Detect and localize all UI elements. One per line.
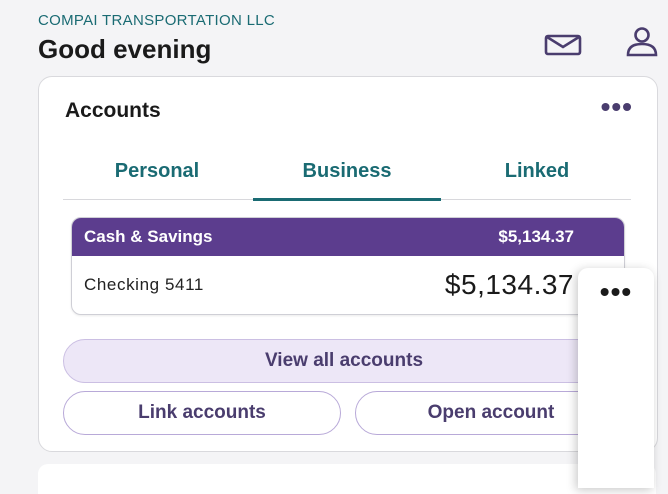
greeting: Good evening (38, 34, 212, 64)
account-balance: $5,134.37 (444, 269, 574, 300)
group-total: $5,134.37 (498, 227, 574, 246)
cash-savings-group: Cash & Savings $5,134.37 Checking 5411 $… (71, 217, 625, 315)
user-icon[interactable] (624, 26, 660, 58)
accounts-card: Accounts ••• Personal Business Linked Ca… (38, 76, 658, 452)
accounts-title: Accounts (65, 99, 161, 122)
mail-icon[interactable] (544, 33, 582, 57)
group-header: Cash & Savings $5,134.37 (72, 218, 624, 256)
group-name: Cash & Savings (84, 227, 213, 246)
overflow-menu-panel: ••• (578, 268, 654, 488)
overflow-more-icon[interactable]: ••• (578, 276, 654, 308)
tab-personal[interactable]: Personal (63, 143, 251, 199)
account-row[interactable]: Checking 5411 $5,134.37 (72, 256, 624, 314)
accounts-more-icon[interactable]: ••• (601, 91, 633, 123)
view-all-accounts-button[interactable]: View all accounts (63, 339, 625, 383)
tab-linked[interactable]: Linked (443, 143, 631, 199)
account-name: Checking 5411 (84, 275, 204, 294)
account-tabs: Personal Business Linked (63, 143, 631, 201)
link-accounts-button[interactable]: Link accounts (63, 391, 341, 435)
tab-business[interactable]: Business (253, 143, 441, 199)
next-card (38, 464, 656, 494)
company-name: COMPAI TRANSPORTATION LLC (38, 12, 275, 29)
selected-tab-indicator (253, 198, 441, 201)
